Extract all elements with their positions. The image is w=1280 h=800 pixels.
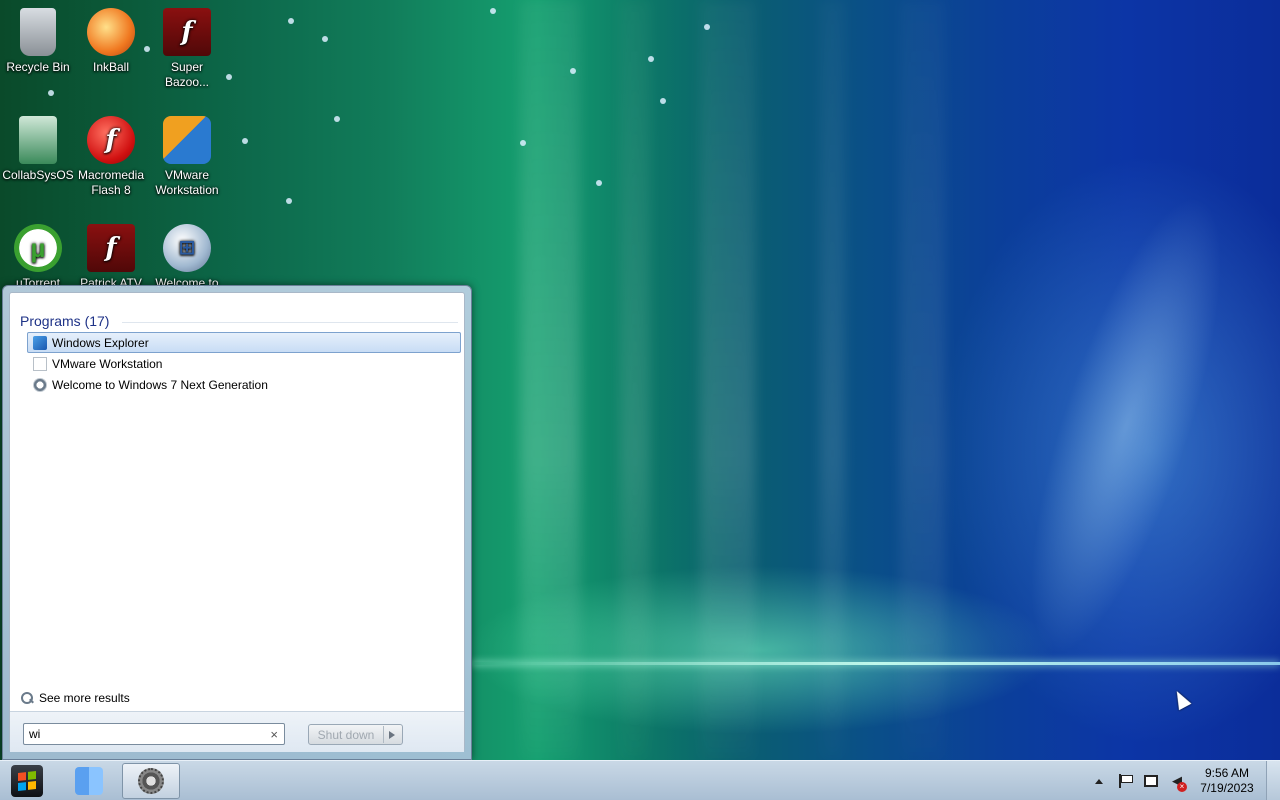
action-center-icon[interactable] xyxy=(1117,773,1133,789)
chevron-up-icon xyxy=(1095,778,1103,784)
flash-icon: f xyxy=(163,8,211,56)
star-dot xyxy=(648,56,654,62)
search-icon xyxy=(20,691,34,705)
desktop-icon-collabsysos[interactable]: CollabSysOS xyxy=(0,116,76,183)
star-dot xyxy=(226,74,232,80)
taskbar-settings-button[interactable] xyxy=(122,763,180,799)
collabsysos-icon xyxy=(19,116,57,164)
gear-icon xyxy=(138,768,164,794)
star-dot xyxy=(570,68,576,74)
star-dot xyxy=(242,138,248,144)
windows-orb-icon: ⊞ xyxy=(163,224,211,272)
macromedia-flash-icon: f xyxy=(87,116,135,164)
desktop-icon-label: VMware Workstation xyxy=(155,168,219,197)
windows-explorer-icon xyxy=(33,335,47,350)
desktop-icon-label: CollabSysOS xyxy=(2,168,74,182)
section-divider xyxy=(122,322,458,323)
see-more-results-link[interactable]: See more results xyxy=(20,691,130,705)
start-search-box[interactable]: × xyxy=(23,723,285,745)
blank-document-icon xyxy=(33,356,47,371)
windows-logo-icon xyxy=(18,771,36,791)
wallpaper-swoosh xyxy=(830,21,1280,760)
start-button[interactable] xyxy=(11,765,43,797)
wallpaper-horizon xyxy=(470,662,1280,665)
desktop-icon-macromedia-flash[interactable]: f Macromedia Flash 8 xyxy=(73,116,149,198)
section-title: Programs (17) xyxy=(20,313,110,329)
star-dot xyxy=(490,8,496,14)
program-item-label: Welcome to Windows 7 Next Generation xyxy=(52,377,268,392)
utorrent-icon: µ xyxy=(14,224,62,272)
star-dot xyxy=(596,180,602,186)
start-menu: Programs (17) Windows Explorer VMware Wo… xyxy=(2,285,472,760)
start-menu-bottom-bar: × Shut down xyxy=(10,711,464,752)
flash-icon: f xyxy=(87,224,135,272)
desktop-icon-recycle-bin[interactable]: Recycle Bin xyxy=(0,8,76,75)
program-item-label: Windows Explorer xyxy=(52,335,149,350)
clock-date: 7/19/2023 xyxy=(1200,781,1254,795)
star-dot xyxy=(334,116,340,122)
taskbar-clock[interactable]: 9:56 AM 7/19/2023 xyxy=(1194,766,1260,796)
clock-time: 9:56 AM xyxy=(1204,766,1250,780)
see-more-label: See more results xyxy=(39,691,130,705)
program-item-label: VMware Workstation xyxy=(52,356,163,371)
start-menu-results-pane: Programs (17) Windows Explorer VMware Wo… xyxy=(9,292,465,752)
program-results-list: Windows Explorer VMware Workstation Welc… xyxy=(27,332,461,395)
desktop-icon-utorrent[interactable]: µ uTorrent xyxy=(0,224,76,291)
search-input[interactable] xyxy=(29,727,249,741)
star-dot xyxy=(704,24,710,30)
star-dot xyxy=(520,140,526,146)
light-ray xyxy=(620,0,650,760)
desktop-icon-vmware[interactable]: VMware Workstation xyxy=(149,116,225,198)
chevron-right-icon[interactable] xyxy=(389,730,395,739)
program-item-windows-explorer[interactable]: Windows Explorer xyxy=(27,332,461,353)
shutdown-button[interactable]: Shut down xyxy=(308,724,403,745)
taskbar-finder-button[interactable] xyxy=(60,763,118,799)
finder-icon xyxy=(75,767,103,795)
program-item-vmware-workstation[interactable]: VMware Workstation xyxy=(27,353,461,374)
inkball-icon xyxy=(87,8,135,56)
shutdown-divider xyxy=(383,726,384,743)
program-item-welcome[interactable]: Welcome to Windows 7 Next Generation xyxy=(27,374,461,395)
desktop-icon-label: Recycle Bin xyxy=(6,60,70,74)
volume-muted-icon[interactable]: ◀ × xyxy=(1169,773,1187,792)
light-ray xyxy=(820,0,845,760)
star-dot xyxy=(288,18,294,24)
welcome-icon xyxy=(33,377,47,392)
shutdown-label: Shut down xyxy=(317,727,375,742)
desktop-icon-label: InkBall xyxy=(92,60,130,74)
system-tray: ◀ × 9:56 AM 7/19/2023 xyxy=(1086,761,1280,800)
programs-section-header: Programs (17) xyxy=(20,313,458,329)
desktop-icon-label: Macromedia Flash 8 xyxy=(77,168,145,197)
desktop-icon-welcome[interactable]: ⊞ Welcome to xyxy=(149,224,225,291)
star-dot xyxy=(48,90,54,96)
network-icon[interactable] xyxy=(1143,773,1159,789)
show-hidden-icons-button[interactable] xyxy=(1091,773,1107,789)
taskbar: ◀ × 9:56 AM 7/19/2023 xyxy=(0,760,1280,800)
recycle-bin-icon xyxy=(20,8,56,56)
vmware-icon xyxy=(163,116,211,164)
star-dot xyxy=(286,198,292,204)
light-ray xyxy=(520,0,580,760)
desktop-icon-patrick-atv[interactable]: f Patrick ATV xyxy=(73,224,149,291)
clear-search-icon[interactable]: × xyxy=(270,727,278,742)
light-ray xyxy=(700,0,755,760)
star-dot xyxy=(322,36,328,42)
desktop-icon-inkball[interactable]: InkBall xyxy=(73,8,149,75)
desktop-icon-label: Super Bazoo... xyxy=(164,60,210,89)
desktop-icon-super-bazoo[interactable]: f Super Bazoo... xyxy=(149,8,225,90)
show-desktop-button[interactable] xyxy=(1266,761,1280,800)
star-dot xyxy=(660,98,666,104)
